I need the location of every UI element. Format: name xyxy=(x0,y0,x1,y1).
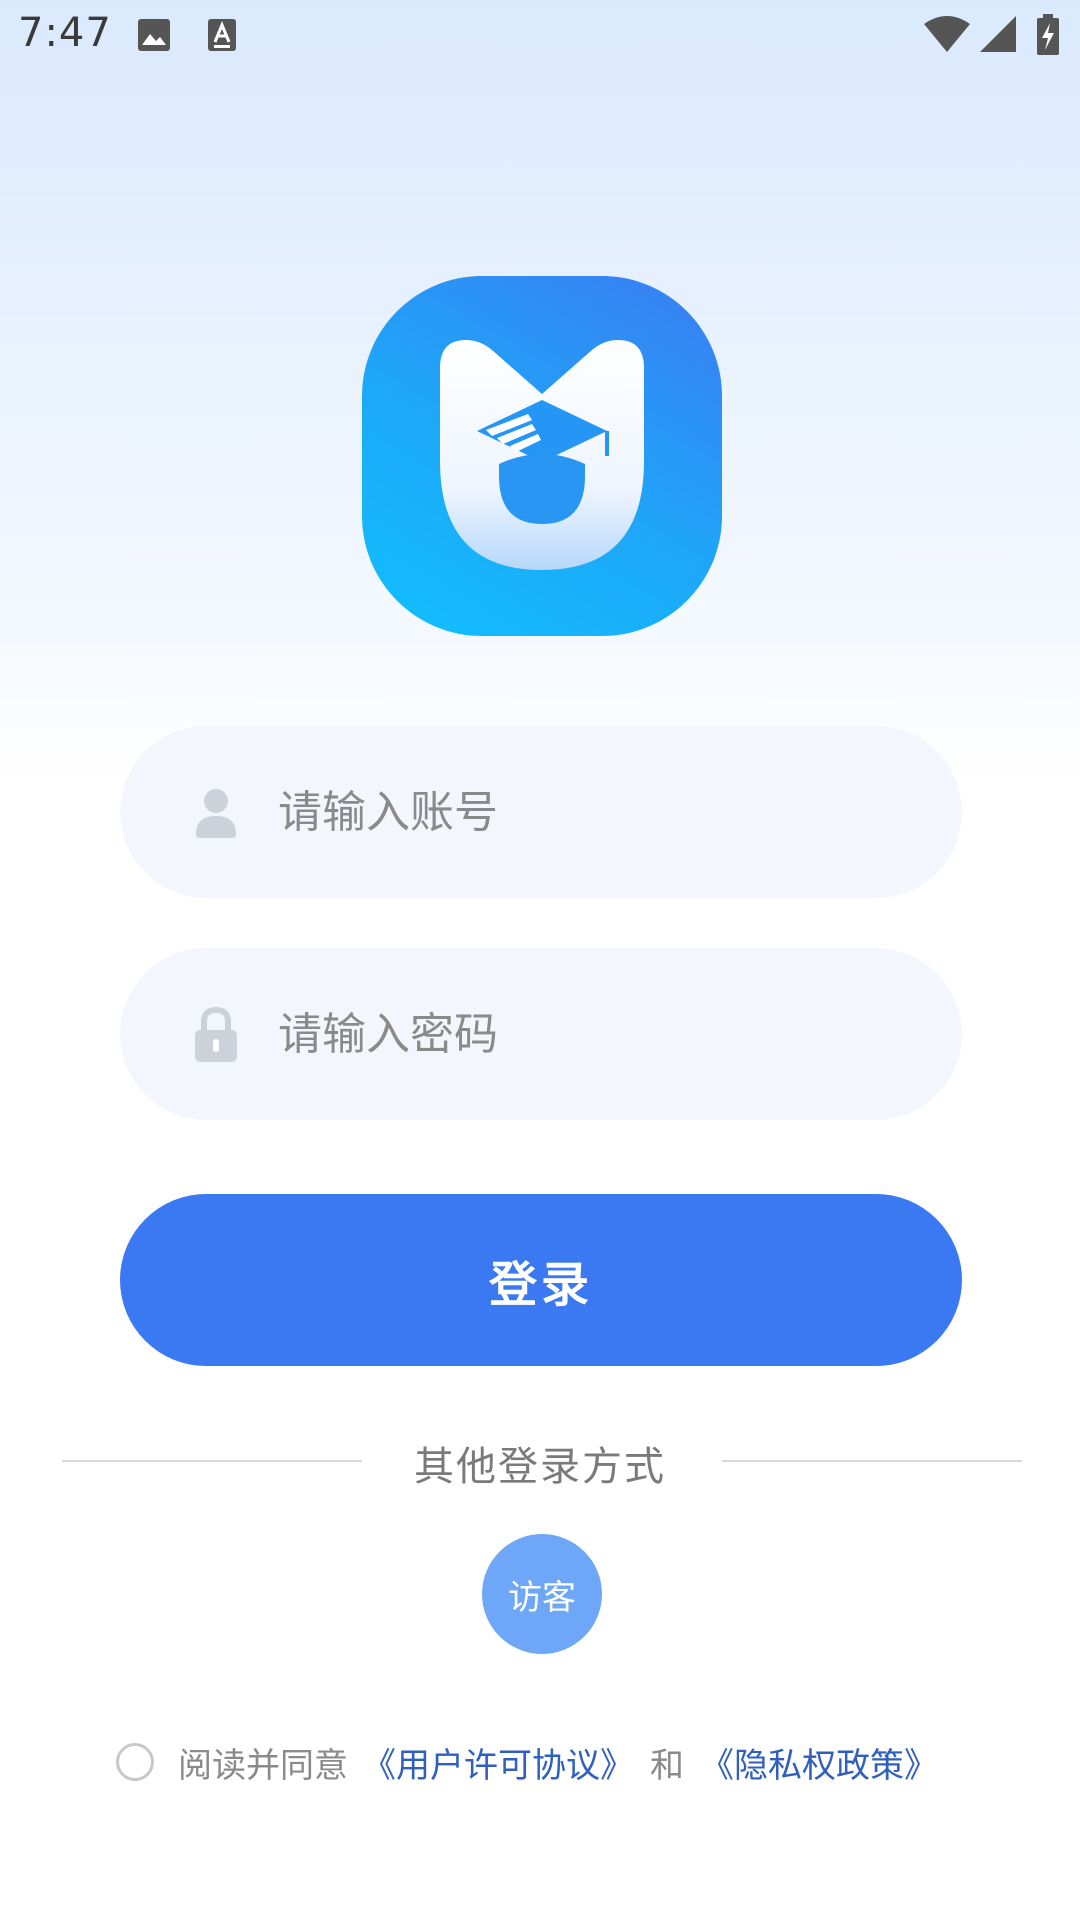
status-bar: 7:47 xyxy=(0,0,1080,72)
wifi-icon xyxy=(924,16,970,52)
guest-login-button[interactable]: 访客 xyxy=(482,1534,602,1654)
account-input[interactable] xyxy=(278,726,898,898)
divider-left xyxy=(62,1460,362,1462)
status-time: 7:47 xyxy=(18,10,112,56)
agreement-checkbox[interactable] xyxy=(116,1743,154,1781)
account-field[interactable] xyxy=(120,726,962,898)
agreement-row: 阅读并同意 《用户许可协议》 和 《隐私权政策》 xyxy=(116,1738,938,1786)
user-icon xyxy=(196,789,236,838)
battery-charging-icon xyxy=(1037,14,1059,55)
agreement-and: 和 xyxy=(650,1745,684,1786)
user-license-link[interactable]: 《用户许可协议》 xyxy=(362,1738,634,1787)
signal-icon xyxy=(980,16,1016,52)
image-icon xyxy=(138,19,170,51)
privacy-policy-link[interactable]: 《隐私权政策》 xyxy=(700,1738,938,1787)
password-input[interactable] xyxy=(278,948,898,1120)
keyboard-a-icon xyxy=(208,19,236,51)
divider-right xyxy=(722,1460,1022,1462)
login-button[interactable]: 登录 xyxy=(120,1194,962,1366)
lock-icon xyxy=(195,1006,237,1062)
agreement-prefix: 阅读并同意 xyxy=(178,1745,348,1786)
app-logo xyxy=(362,276,722,636)
graduation-cap-shield-logo xyxy=(440,340,644,570)
other-login-label: 其他登录方式 xyxy=(414,1444,666,1490)
password-field[interactable] xyxy=(120,948,962,1120)
